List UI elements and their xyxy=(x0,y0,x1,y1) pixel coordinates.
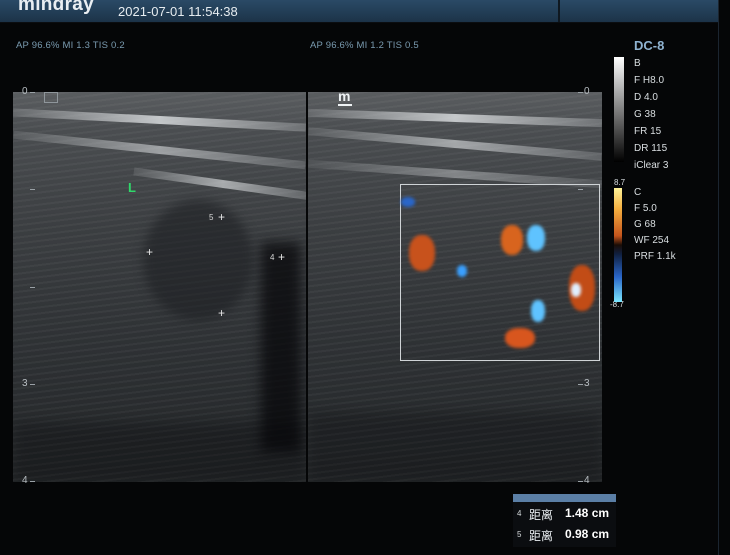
measurement-value: 0.98 cm xyxy=(565,527,610,541)
grayscale-bar xyxy=(614,57,624,162)
screen-frame-edge xyxy=(718,0,719,555)
bmode-param: D 4.0 xyxy=(634,92,658,103)
doppler-flow-red xyxy=(501,225,523,255)
doppler-flow-red xyxy=(505,328,535,348)
caliper-plus[interactable]: + xyxy=(218,211,225,223)
caliper-plus[interactable]: + xyxy=(218,307,225,319)
measurement-header-bar xyxy=(513,494,616,502)
depth-label-4-right: 4 xyxy=(584,475,590,486)
brand-logo: mindray xyxy=(18,0,95,15)
depth-tick xyxy=(30,92,35,93)
depth-tick xyxy=(30,481,35,482)
color-velocity-bar xyxy=(614,188,622,302)
bmode-param: iClear 3 xyxy=(634,160,669,171)
depth-tick xyxy=(578,92,583,93)
exam-datetime: 2021-07-01 11:54:38 xyxy=(118,4,238,19)
measurement-label: 距离 xyxy=(529,529,554,543)
bmode-param: G 38 xyxy=(634,109,656,120)
tissue-band xyxy=(13,130,306,170)
right-acoustic-params: AP 96.6% MI 1.2 TIS 0.5 xyxy=(310,40,419,51)
measurement-row: 4 距离 1.48 cm xyxy=(513,504,616,524)
left-acoustic-params: AP 96.6% MI 1.3 TIS 0.2 xyxy=(16,40,125,51)
depth-tick xyxy=(30,384,35,385)
acoustic-shadow xyxy=(261,242,301,452)
probe-orientation-box xyxy=(44,92,58,103)
doppler-roi-box[interactable] xyxy=(400,184,600,361)
tissue-band xyxy=(308,108,602,128)
doppler-flow-white xyxy=(571,283,581,297)
doppler-flow-blue xyxy=(531,300,545,322)
depth-label-3: 3 xyxy=(22,378,28,389)
color-param: F 5.0 xyxy=(634,203,657,214)
deep-shadow xyxy=(13,422,306,482)
depth-label-0-right: 0 xyxy=(584,86,590,97)
tissue-band xyxy=(13,108,306,132)
depth-label-4: 4 xyxy=(22,475,28,486)
nodule-region xyxy=(143,200,253,320)
doppler-flow-blue xyxy=(401,197,415,207)
bmode-param: FR 15 xyxy=(634,126,662,137)
orientation-label: L xyxy=(128,180,136,195)
topbar-divider xyxy=(558,0,560,22)
depth-tick xyxy=(578,481,583,482)
bmode-title: B xyxy=(634,58,641,69)
doppler-flow-blue xyxy=(457,265,467,277)
color-param: PRF 1.1k xyxy=(634,251,676,262)
probe-orientation-mark: m xyxy=(338,88,352,106)
color-title: C xyxy=(634,187,642,198)
probe-name: DC-8 xyxy=(634,38,665,53)
tissue-band xyxy=(308,127,602,161)
measurement-results: 4 距离 1.48 cm 5 距离 0.98 cm xyxy=(513,494,616,547)
depth-tick xyxy=(578,384,583,385)
bmode-param: F H8.0 xyxy=(634,75,665,86)
caliper-plus[interactable]: + xyxy=(146,246,153,258)
depth-tick xyxy=(30,287,35,288)
left-bmode-image[interactable] xyxy=(13,92,306,482)
color-param: WF 254 xyxy=(634,235,670,246)
depth-label-3-right: 3 xyxy=(584,378,590,389)
depth-tick xyxy=(30,189,35,190)
bmode-param: DR 115 xyxy=(634,143,668,154)
measurement-index: 4 xyxy=(517,509,522,518)
caliper-plus[interactable]: + xyxy=(278,251,285,263)
measurement-row: 5 距离 0.98 cm xyxy=(513,525,616,545)
measurement-value: 1.48 cm xyxy=(565,506,610,520)
depth-label-0: 0 xyxy=(22,86,28,97)
measurement-index: 5 xyxy=(517,530,522,539)
deep-shadow xyxy=(308,412,602,482)
tissue-band xyxy=(133,167,306,201)
doppler-flow-red xyxy=(409,235,435,271)
top-bar: mindray 2021-07-01 11:54:38 xyxy=(0,0,718,23)
color-param: G 68 xyxy=(634,219,656,230)
color-scale-top: 8.7 xyxy=(614,178,626,187)
caliper-label-4: 4 xyxy=(270,253,275,262)
caliper-label-5: 5 xyxy=(209,213,214,222)
doppler-flow-blue xyxy=(527,225,545,251)
measurement-label: 距离 xyxy=(529,508,554,522)
